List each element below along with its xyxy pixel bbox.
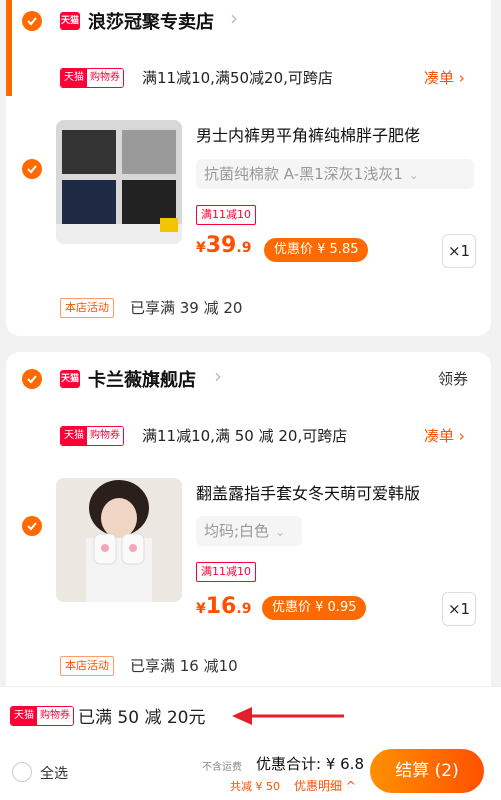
discount-tag: 满11减10	[196, 562, 256, 582]
product-title[interactable]: 翻盖露指手套女冬天萌可爱韩版	[196, 480, 482, 504]
store-card-1: 天猫 浪莎冠聚专卖店 › 天猫 购物券 满11减10,满50减20,可跨店 凑单 …	[6, 0, 491, 336]
discount-detail-link[interactable]: 优惠明细 ^	[294, 777, 356, 794]
price: ¥16.9	[196, 594, 252, 619]
caret-down-icon: ⌄	[275, 525, 286, 539]
deal-price-pill: 优惠价 ¥ 0.95	[262, 596, 367, 620]
store-check-icon[interactable]	[22, 11, 42, 31]
deal-price-pill: 优惠价 ¥ 5.85	[264, 238, 369, 262]
shipping-note: 不含运费	[202, 762, 242, 773]
checkout-button[interactable]: 结算 (2)	[370, 749, 484, 793]
select-all-label[interactable]: 全选	[40, 763, 68, 783]
store-card-2: 天猫 卡兰薇旗舰店 › 领券 天猫 购物券 满11减10,满 50 减 20,可跨…	[6, 352, 491, 702]
discount-tag: 满11减10	[196, 205, 256, 225]
store-check-icon[interactable]	[22, 369, 42, 389]
coupon-tag: 天猫 购物券	[60, 68, 124, 88]
product-image[interactable]	[56, 120, 182, 244]
red-arrow-icon	[232, 707, 344, 725]
store-name[interactable]: 卡兰薇旗舰店	[88, 366, 196, 392]
item-check-icon[interactable]	[22, 159, 42, 179]
coudan-link[interactable]: 凑单 ›	[424, 67, 465, 88]
price: ¥39.9	[196, 233, 252, 258]
checkout-footer: 全选 不含运费 优惠合计: ¥ 6.8 共减 ¥ 50 优惠明细 ^ 结算 (2…	[0, 742, 501, 800]
discount-total: 优惠合计: ¥ 6.8	[256, 755, 364, 773]
get-coupon-link[interactable]: 领券	[438, 368, 468, 389]
coupon-tag: 天猫 购物券	[10, 706, 74, 726]
summary-text: 已满 50 减 20元	[78, 708, 206, 728]
select-all-radio[interactable]	[12, 762, 32, 782]
tmall-logo: 天猫	[60, 370, 80, 388]
sku-selector[interactable]: 抗菌纯棉款 A-黑1深灰1浅灰1 ⌄	[196, 159, 474, 189]
item-check-icon[interactable]	[22, 516, 42, 536]
chevron-right-icon[interactable]: ›	[230, 6, 238, 30]
coupon-tag: 天猫 购物券	[60, 426, 124, 446]
accent-bar	[6, 0, 12, 96]
promo-text: 满11减10,满50减20,可跨店	[142, 69, 333, 87]
shop-promo-text: 已享满 16 减10	[130, 657, 238, 675]
caret-down-icon: ⌄	[408, 168, 419, 182]
product-title[interactable]: 男士内裤男平角裤纯棉胖子肥佬	[196, 122, 482, 146]
store-name[interactable]: 浪莎冠聚专卖店	[88, 8, 214, 34]
tmall-logo: 天猫	[60, 12, 80, 30]
shop-promo-text: 已享满 39 减 20	[130, 299, 243, 317]
coudan-link[interactable]: 凑单 ›	[424, 425, 465, 446]
sku-selector[interactable]: 均码;白色 ⌄	[196, 516, 302, 546]
product-image[interactable]	[56, 478, 182, 602]
quantity-button[interactable]: ×1	[442, 592, 476, 626]
coupon-summary-bar: 天猫 购物券 已满 50 减 20元	[0, 686, 501, 744]
shop-promo-tag: 本店活动	[60, 298, 114, 318]
quantity-button[interactable]: ×1	[442, 234, 476, 268]
shop-promo-tag: 本店活动	[60, 656, 114, 676]
chevron-right-icon[interactable]: ›	[214, 364, 222, 388]
total-reduction: 共减 ¥ 50	[230, 780, 280, 793]
promo-text: 满11减10,满 50 减 20,可跨店	[142, 427, 348, 445]
